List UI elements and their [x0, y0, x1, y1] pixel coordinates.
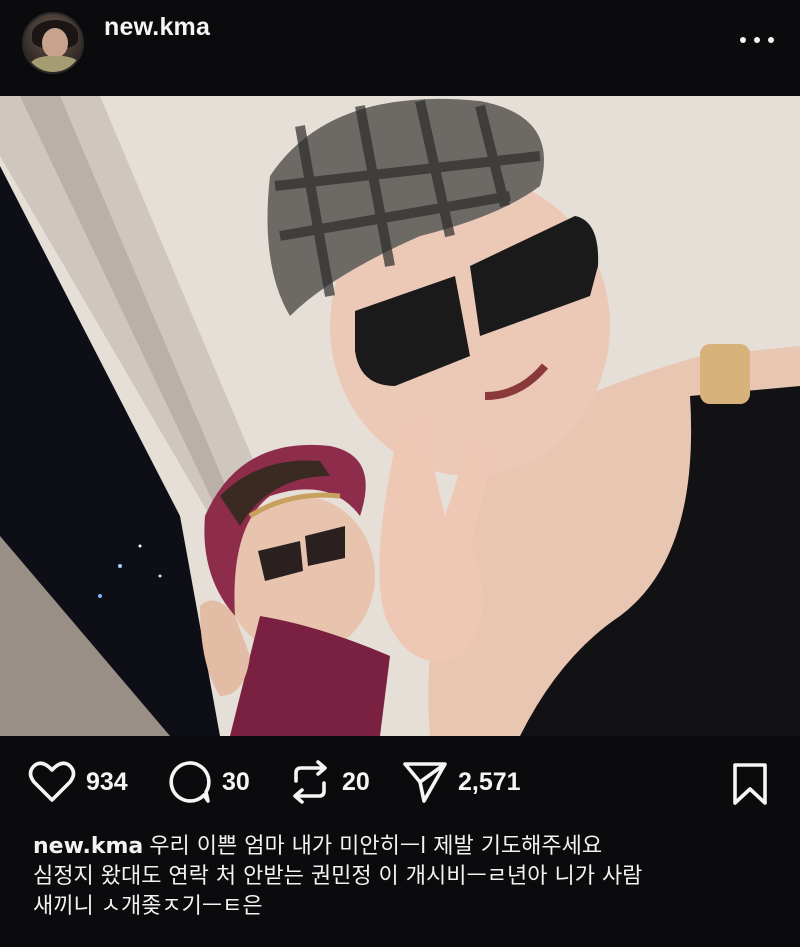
heart-icon [28, 761, 76, 802]
caption-line-1: new.kma 우리 이쁜 엄마 내가 미안히ㅡl 제발 기도해주세요 [33, 832, 773, 862]
selfie-illustration [0, 96, 800, 736]
username[interactable]: new.kma [104, 13, 210, 42]
like-button[interactable]: 934 [28, 752, 128, 812]
repost-icon [293, 760, 327, 804]
send-icon [403, 762, 447, 803]
comment-button[interactable]: 30 [166, 752, 250, 812]
comment-bubble-icon [169, 761, 211, 803]
action-bar: 934 30 20 2,571 [0, 752, 800, 812]
repost-button[interactable]: 20 [288, 752, 370, 812]
share-count: 2,571 [458, 767, 521, 796]
caption-line-3: 새끼니 ㅅ개좆ㅈ기ㅡㅌ은 [33, 894, 263, 919]
caption-text-1: 우리 이쁜 엄마 내가 미안히ㅡl 제발 기도해주세요 [149, 834, 603, 859]
post-header: new.kma [0, 0, 800, 96]
like-count: 934 [86, 767, 128, 796]
post-screen: new.kma 934 30 20 2,571 new.kma 우리 이쁜 엄마… [0, 0, 800, 947]
post-caption: new.kma 우리 이쁜 엄마 내가 미안히ㅡl 제발 기도해주세요 심정지 왔… [33, 832, 773, 922]
bookmark-icon [733, 763, 767, 805]
more-dots-icon[interactable] [740, 30, 774, 50]
post-photo[interactable] [0, 96, 800, 736]
caption-line-2: 심정지 왔대도 연락 처 안받는 권민정 이 개시비ㅡㄹ년아 니가 사람 [33, 864, 643, 889]
repost-count: 20 [342, 767, 370, 796]
share-button[interactable]: 2,571 [402, 752, 521, 812]
avatar[interactable] [22, 12, 84, 74]
bookmark-button[interactable] [730, 762, 770, 811]
comment-count: 30 [222, 767, 250, 796]
caption-username[interactable]: new.kma [33, 834, 143, 859]
